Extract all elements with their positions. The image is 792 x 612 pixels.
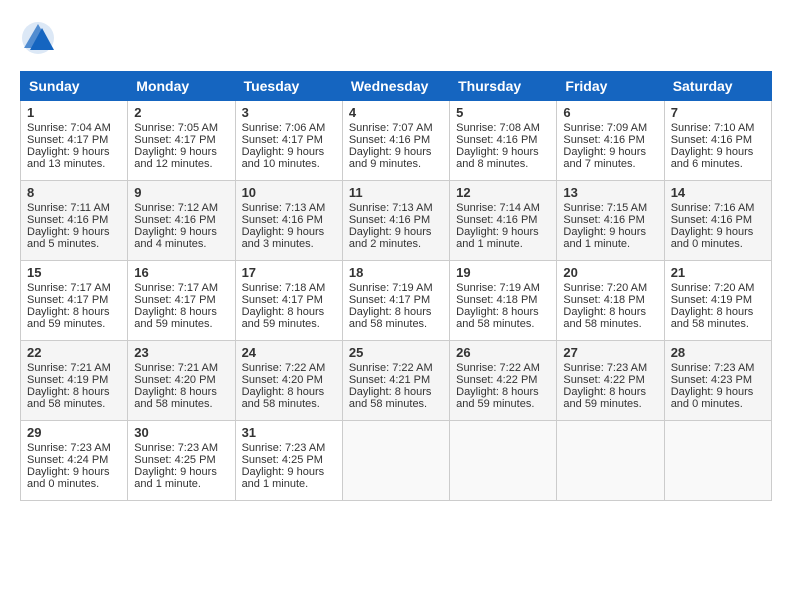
calendar-table: SundayMondayTuesdayWednesdayThursdayFrid… <box>20 71 772 501</box>
calendar-cell: 6Sunrise: 7:09 AMSunset: 4:16 PMDaylight… <box>557 101 664 181</box>
calendar-row: 29Sunrise: 7:23 AMSunset: 4:24 PMDayligh… <box>21 421 772 501</box>
calendar-cell: 21Sunrise: 7:20 AMSunset: 4:19 PMDayligh… <box>664 261 771 341</box>
calendar-cell: 14Sunrise: 7:16 AMSunset: 4:16 PMDayligh… <box>664 181 771 261</box>
header-wednesday: Wednesday <box>342 72 449 101</box>
calendar-cell: 25Sunrise: 7:22 AMSunset: 4:21 PMDayligh… <box>342 341 449 421</box>
calendar-cell: 31Sunrise: 7:23 AMSunset: 4:25 PMDayligh… <box>235 421 342 501</box>
calendar-cell: 23Sunrise: 7:21 AMSunset: 4:20 PMDayligh… <box>128 341 235 421</box>
calendar-cell: 13Sunrise: 7:15 AMSunset: 4:16 PMDayligh… <box>557 181 664 261</box>
calendar-cell: 12Sunrise: 7:14 AMSunset: 4:16 PMDayligh… <box>450 181 557 261</box>
calendar-cell: 11Sunrise: 7:13 AMSunset: 4:16 PMDayligh… <box>342 181 449 261</box>
calendar-row: 1Sunrise: 7:04 AMSunset: 4:17 PMDaylight… <box>21 101 772 181</box>
calendar-cell <box>664 421 771 501</box>
calendar-cell: 20Sunrise: 7:20 AMSunset: 4:18 PMDayligh… <box>557 261 664 341</box>
header-thursday: Thursday <box>450 72 557 101</box>
calendar-cell: 18Sunrise: 7:19 AMSunset: 4:17 PMDayligh… <box>342 261 449 341</box>
calendar-cell <box>342 421 449 501</box>
calendar-cell: 1Sunrise: 7:04 AMSunset: 4:17 PMDaylight… <box>21 101 128 181</box>
calendar-row: 15Sunrise: 7:17 AMSunset: 4:17 PMDayligh… <box>21 261 772 341</box>
header-sunday: Sunday <box>21 72 128 101</box>
header-saturday: Saturday <box>664 72 771 101</box>
header-friday: Friday <box>557 72 664 101</box>
header-monday: Monday <box>128 72 235 101</box>
calendar-cell <box>450 421 557 501</box>
calendar-cell: 3Sunrise: 7:06 AMSunset: 4:17 PMDaylight… <box>235 101 342 181</box>
calendar-cell: 2Sunrise: 7:05 AMSunset: 4:17 PMDaylight… <box>128 101 235 181</box>
calendar-cell: 10Sunrise: 7:13 AMSunset: 4:16 PMDayligh… <box>235 181 342 261</box>
logo <box>20 20 60 61</box>
calendar-cell: 26Sunrise: 7:22 AMSunset: 4:22 PMDayligh… <box>450 341 557 421</box>
calendar-row: 8Sunrise: 7:11 AMSunset: 4:16 PMDaylight… <box>21 181 772 261</box>
calendar-cell: 24Sunrise: 7:22 AMSunset: 4:20 PMDayligh… <box>235 341 342 421</box>
logo-icon <box>20 20 56 56</box>
calendar-cell: 29Sunrise: 7:23 AMSunset: 4:24 PMDayligh… <box>21 421 128 501</box>
calendar-cell: 27Sunrise: 7:23 AMSunset: 4:22 PMDayligh… <box>557 341 664 421</box>
calendar-row: 22Sunrise: 7:21 AMSunset: 4:19 PMDayligh… <box>21 341 772 421</box>
header-tuesday: Tuesday <box>235 72 342 101</box>
calendar-cell: 7Sunrise: 7:10 AMSunset: 4:16 PMDaylight… <box>664 101 771 181</box>
calendar-cell: 19Sunrise: 7:19 AMSunset: 4:18 PMDayligh… <box>450 261 557 341</box>
calendar-cell: 15Sunrise: 7:17 AMSunset: 4:17 PMDayligh… <box>21 261 128 341</box>
calendar-cell: 28Sunrise: 7:23 AMSunset: 4:23 PMDayligh… <box>664 341 771 421</box>
calendar-cell: 5Sunrise: 7:08 AMSunset: 4:16 PMDaylight… <box>450 101 557 181</box>
calendar-cell: 17Sunrise: 7:18 AMSunset: 4:17 PMDayligh… <box>235 261 342 341</box>
calendar-cell: 16Sunrise: 7:17 AMSunset: 4:17 PMDayligh… <box>128 261 235 341</box>
page-header <box>20 20 772 61</box>
calendar-cell: 30Sunrise: 7:23 AMSunset: 4:25 PMDayligh… <box>128 421 235 501</box>
calendar-cell: 22Sunrise: 7:21 AMSunset: 4:19 PMDayligh… <box>21 341 128 421</box>
calendar-cell: 8Sunrise: 7:11 AMSunset: 4:16 PMDaylight… <box>21 181 128 261</box>
calendar-cell: 4Sunrise: 7:07 AMSunset: 4:16 PMDaylight… <box>342 101 449 181</box>
calendar-header-row: SundayMondayTuesdayWednesdayThursdayFrid… <box>21 72 772 101</box>
calendar-cell <box>557 421 664 501</box>
calendar-cell: 9Sunrise: 7:12 AMSunset: 4:16 PMDaylight… <box>128 181 235 261</box>
